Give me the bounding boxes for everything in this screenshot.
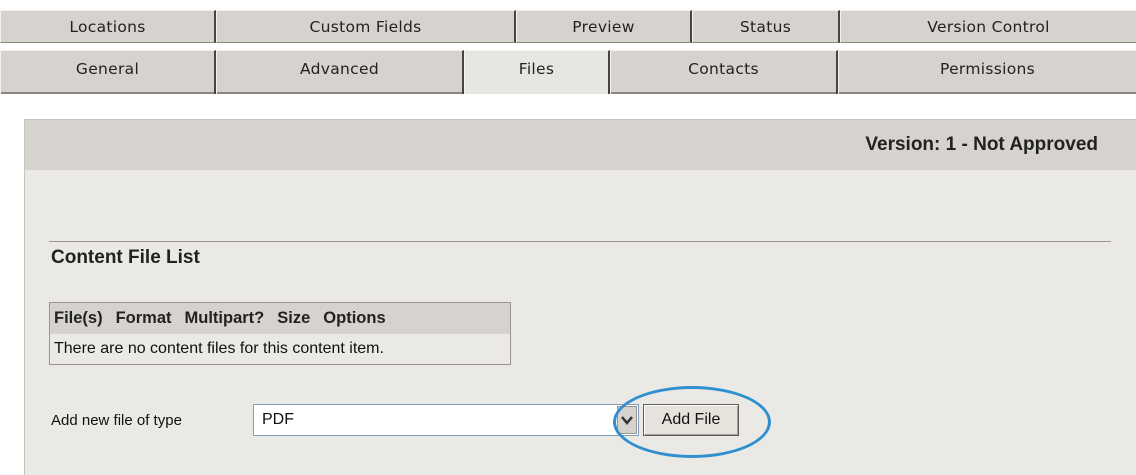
tab-label: Contacts	[688, 59, 759, 78]
version-status: Version: 1 - Not Approved	[865, 134, 1098, 155]
file-type-select[interactable]: PDF	[253, 404, 639, 436]
tab-label: Preview	[572, 17, 635, 36]
tab-label: Files	[518, 59, 555, 78]
tab-label: General	[75, 59, 140, 78]
tab-permissions[interactable]: Permissions	[838, 50, 1136, 94]
empty-message: There are no content files for this cont…	[54, 340, 384, 357]
column-size: Size	[277, 309, 311, 327]
add-file-button[interactable]: Add File	[643, 404, 739, 436]
tab-general[interactable]: General	[0, 50, 216, 94]
content-file-table: File(s) Format Multipart? Size Options T…	[49, 302, 511, 365]
chevron-down-icon[interactable]	[617, 406, 637, 434]
tab-row-upper: Locations Custom Fields Preview Status V…	[0, 10, 1136, 43]
column-format: Format	[115, 309, 172, 327]
tab-row-lower: General Advanced Files Contacts Permissi…	[0, 50, 1136, 94]
tab-label: Version Control	[927, 17, 1050, 36]
content-file-list-title: Content File List	[51, 247, 200, 268]
table-empty-row: There are no content files for this cont…	[50, 334, 510, 364]
file-type-selected-value: PDF	[262, 411, 294, 428]
tab-label: Locations	[69, 17, 146, 36]
add-file-type-label: Add new file of type	[51, 412, 182, 429]
tab-label: Advanced	[300, 59, 379, 78]
column-options: Options	[323, 309, 386, 327]
tab-advanced[interactable]: Advanced	[216, 50, 464, 94]
tab-files[interactable]: Files	[464, 50, 610, 94]
tab-locations[interactable]: Locations	[0, 10, 216, 43]
tab-version-control[interactable]: Version Control	[840, 10, 1136, 43]
tab-preview[interactable]: Preview	[516, 10, 692, 43]
tab-contacts[interactable]: Contacts	[610, 50, 838, 94]
section-divider	[49, 241, 1111, 242]
column-files: File(s)	[54, 309, 103, 327]
files-panel: Version: 1 - Not Approved Content File L…	[24, 119, 1136, 475]
tab-status[interactable]: Status	[692, 10, 840, 43]
tab-label: Status	[739, 17, 792, 36]
version-bar: Version: 1 - Not Approved	[25, 120, 1136, 170]
table-header: File(s) Format Multipart? Size Options	[50, 303, 510, 334]
column-multipart: Multipart?	[184, 309, 265, 327]
tab-label: Custom Fields	[309, 17, 422, 36]
tab-custom-fields[interactable]: Custom Fields	[216, 10, 516, 43]
tab-label: Permissions	[940, 59, 1035, 78]
